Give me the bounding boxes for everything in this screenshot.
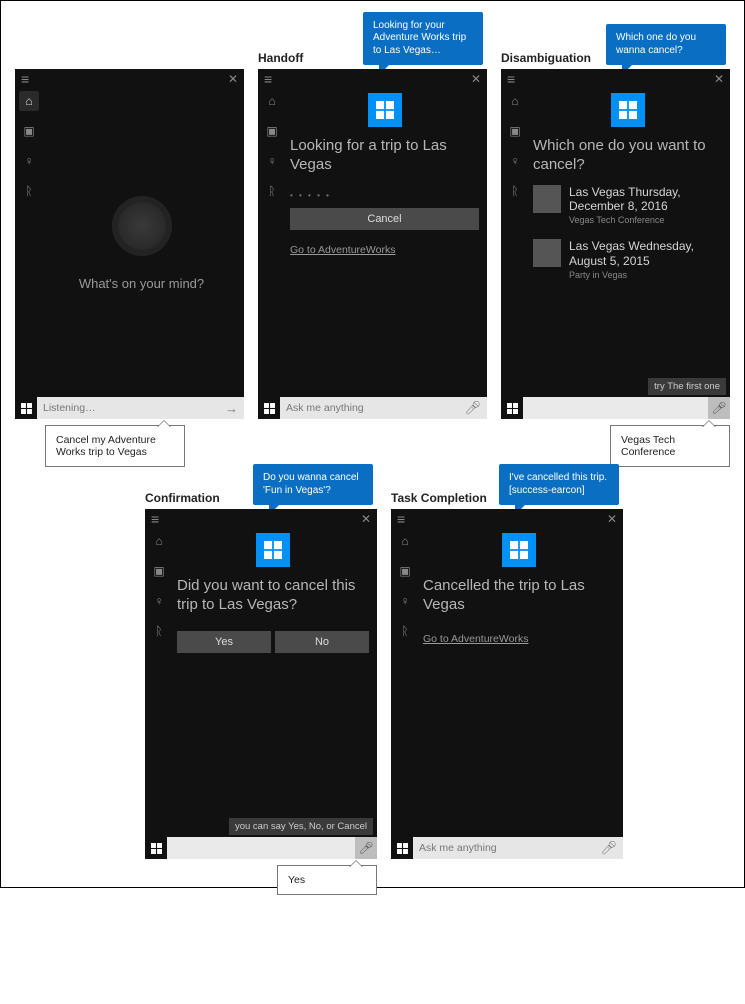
bulb-icon[interactable]: ♀	[395, 591, 415, 611]
row-2: Confirmation Do you wanna cancel 'Fun in…	[15, 459, 730, 859]
home-icon[interactable]: ⌂	[149, 531, 169, 551]
col-confirm: Confirmation Do you wanna cancel 'Fun in…	[145, 459, 377, 859]
list-item-subtitle: Party in Vegas	[569, 270, 722, 280]
notebook-icon[interactable]: ▣	[395, 561, 415, 581]
app-link[interactable]: Go to AdventureWorks	[423, 633, 615, 645]
section-title: Confirmation	[145, 483, 220, 509]
panel-initial: ≡ ✕ ⌂ ▣ ♀ ᚱ What's on your mind?	[15, 69, 244, 419]
hamburger-icon[interactable]: ≡	[507, 71, 514, 87]
hamburger-icon[interactable]: ≡	[397, 511, 404, 527]
home-icon[interactable]: ⌂	[262, 91, 282, 111]
cortana-orb-icon	[112, 196, 172, 256]
hamburger-icon[interactable]: ≡	[264, 71, 271, 87]
voice-hint: you can say Yes, No, or Cancel	[229, 818, 373, 835]
bulb-icon[interactable]: ♀	[149, 591, 169, 611]
col-complete: Task Completion I've cancelled this trip…	[391, 459, 623, 859]
thumbnail-icon	[533, 185, 561, 213]
cortana-speech-bubble: Looking for your Adventure Works trip to…	[363, 12, 483, 66]
flag-icon[interactable]: ᚱ	[505, 181, 525, 201]
app-tile-icon	[611, 93, 645, 127]
bulb-icon[interactable]: ♀	[19, 151, 39, 171]
list-item-title: Las Vegas Thursday, December 8, 2016	[569, 185, 722, 214]
cortana-prompt: What's on your mind?	[79, 276, 204, 291]
section-title: Disambiguation	[501, 43, 591, 69]
panel-confirm: ≡ ✕ ⌂ ▣ ♀ ᚱ Did you want to cancel thi	[145, 509, 377, 859]
search-input[interactable]	[167, 837, 355, 859]
app-tile-icon	[256, 533, 290, 567]
panel-disambig: ≡ ✕ ⌂ ▣ ♀ ᚱ Which one do you want to c	[501, 69, 730, 419]
windows-start-icon[interactable]	[258, 397, 280, 419]
panel-complete: ≡ ✕ ⌂ ▣ ♀ ᚱ Cancelled the trip to Las	[391, 509, 623, 859]
section-title: Task Completion	[391, 483, 487, 509]
progress-dots: • • • • •	[290, 191, 479, 200]
app-tile-icon	[368, 93, 402, 127]
no-button[interactable]: No	[275, 631, 369, 653]
search-input[interactable]	[523, 397, 708, 419]
flag-icon[interactable]: ᚱ	[19, 181, 39, 201]
flag-icon[interactable]: ᚱ	[149, 621, 169, 641]
row-1: ≡ ✕ ⌂ ▣ ♀ ᚱ What's on your mind?	[15, 19, 730, 419]
panel-heading: Did you want to cancel this trip to Las …	[177, 577, 369, 615]
col-handoff: Handoff Looking for your Adventure Works…	[258, 19, 487, 419]
notebook-icon[interactable]: ▣	[149, 561, 169, 581]
windows-start-icon[interactable]	[145, 837, 167, 859]
cancel-button[interactable]: Cancel	[290, 208, 479, 230]
yes-button[interactable]: Yes	[177, 631, 271, 653]
notebook-icon[interactable]: ▣	[19, 121, 39, 141]
col-disambig: Disambiguation Which one do you wanna ca…	[501, 19, 730, 419]
panel-heading: Which one do you want to cancel?	[533, 137, 722, 175]
panel-heading: Looking for a trip to Las Vegas	[290, 137, 479, 175]
bulb-icon[interactable]: ♀	[505, 151, 525, 171]
notebook-icon[interactable]: ▣	[505, 121, 525, 141]
home-icon[interactable]: ⌂	[505, 91, 525, 111]
search-placeholder: Listening…	[43, 402, 96, 414]
diagram-page: ≡ ✕ ⌂ ▣ ♀ ᚱ What's on your mind?	[0, 0, 745, 888]
mic-icon[interactable]: 🎤︎	[600, 840, 617, 856]
cortana-speech-bubble: Which one do you wanna cancel?	[606, 24, 726, 65]
search-input[interactable]: Ask me anything 🎤︎	[280, 397, 487, 419]
close-icon[interactable]: ✕	[714, 72, 724, 86]
flag-icon[interactable]: ᚱ	[262, 181, 282, 201]
close-icon[interactable]: ✕	[361, 512, 371, 526]
arrow-icon[interactable]: →	[225, 401, 238, 416]
windows-start-icon[interactable]	[391, 837, 413, 859]
col-initial: ≡ ✕ ⌂ ▣ ♀ ᚱ What's on your mind?	[15, 19, 244, 419]
close-icon[interactable]: ✕	[228, 72, 238, 86]
close-icon[interactable]: ✕	[607, 512, 617, 526]
voice-hint: try The first one	[648, 378, 726, 395]
hamburger-icon[interactable]: ≡	[151, 511, 158, 527]
nav-bar: ⌂ ▣ ♀ ᚱ	[15, 89, 43, 397]
app-tile-icon	[502, 533, 536, 567]
home-icon[interactable]: ⌂	[395, 531, 415, 551]
mic-icon[interactable]: 🎤︎	[464, 400, 481, 416]
search-input[interactable]: Ask me anything 🎤︎	[413, 837, 623, 859]
user-utterance-callout: Vegas Tech Conference	[610, 425, 730, 467]
search-input[interactable]: Listening… →	[37, 397, 244, 419]
list-item-subtitle: Vegas Tech Conference	[569, 215, 722, 225]
section-title: Handoff	[258, 43, 303, 69]
bulb-icon[interactable]: ♀	[262, 151, 282, 171]
windows-start-icon[interactable]	[501, 397, 523, 419]
cortana-speech-bubble: Do you wanna cancel 'Fun in Vegas'?	[253, 464, 373, 505]
list-item-title: Las Vegas Wednesday, August 5, 2015	[569, 239, 722, 268]
list-item[interactable]: Las Vegas Thursday, December 8, 2016 Veg…	[533, 185, 722, 226]
hamburger-icon[interactable]: ≡	[21, 71, 28, 87]
user-utterance-callout: Yes	[277, 865, 377, 895]
list-item[interactable]: Las Vegas Wednesday, August 5, 2015 Part…	[533, 239, 722, 280]
thumbnail-icon	[533, 239, 561, 267]
search-placeholder: Ask me anything	[419, 842, 497, 854]
home-icon[interactable]: ⌂	[19, 91, 39, 111]
windows-start-icon[interactable]	[15, 397, 37, 419]
search-placeholder: Ask me anything	[286, 402, 364, 414]
flag-icon[interactable]: ᚱ	[395, 621, 415, 641]
app-link[interactable]: Go to AdventureWorks	[290, 244, 479, 256]
close-icon[interactable]: ✕	[471, 72, 481, 86]
panel-heading: Cancelled the trip to Las Vegas	[423, 577, 615, 615]
notebook-icon[interactable]: ▣	[262, 121, 282, 141]
cortana-speech-bubble: I've cancelled this trip. [success-earco…	[499, 464, 619, 505]
panel-handoff: ≡ ✕ ⌂ ▣ ♀ ᚱ Looking for a trip to Las	[258, 69, 487, 419]
